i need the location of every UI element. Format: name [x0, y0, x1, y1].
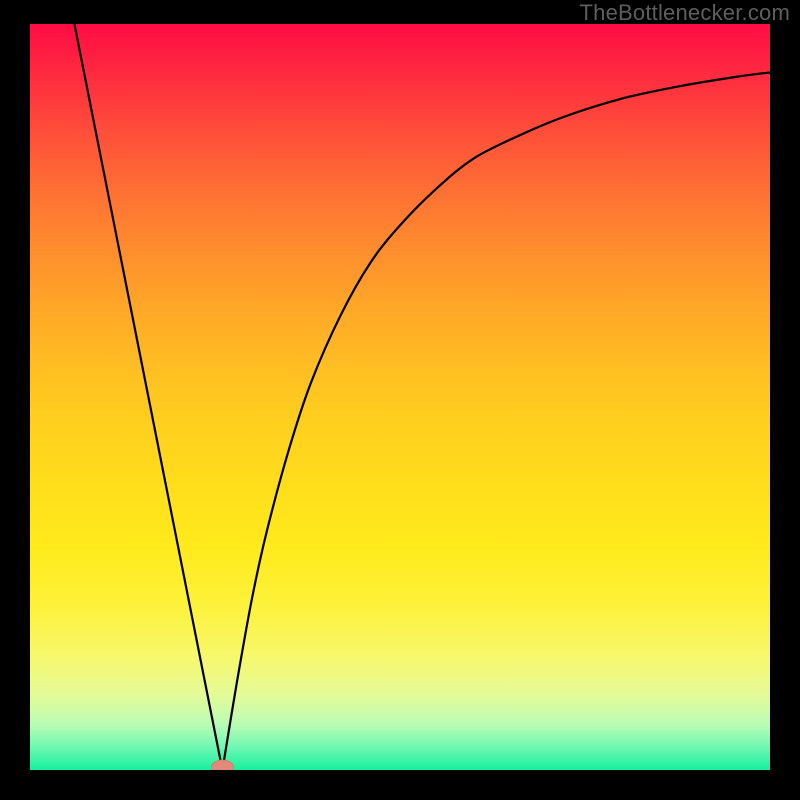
chart-frame: TheBottlenecker.com: [0, 0, 800, 800]
plot-svg: [30, 24, 770, 770]
attribution-label: TheBottlenecker.com: [580, 0, 790, 26]
curve-group: [74, 24, 770, 770]
curve-left-branch: [74, 24, 222, 770]
plot-area: [30, 24, 770, 770]
minimum-marker: [211, 760, 233, 770]
curve-right-branch: [222, 72, 770, 770]
